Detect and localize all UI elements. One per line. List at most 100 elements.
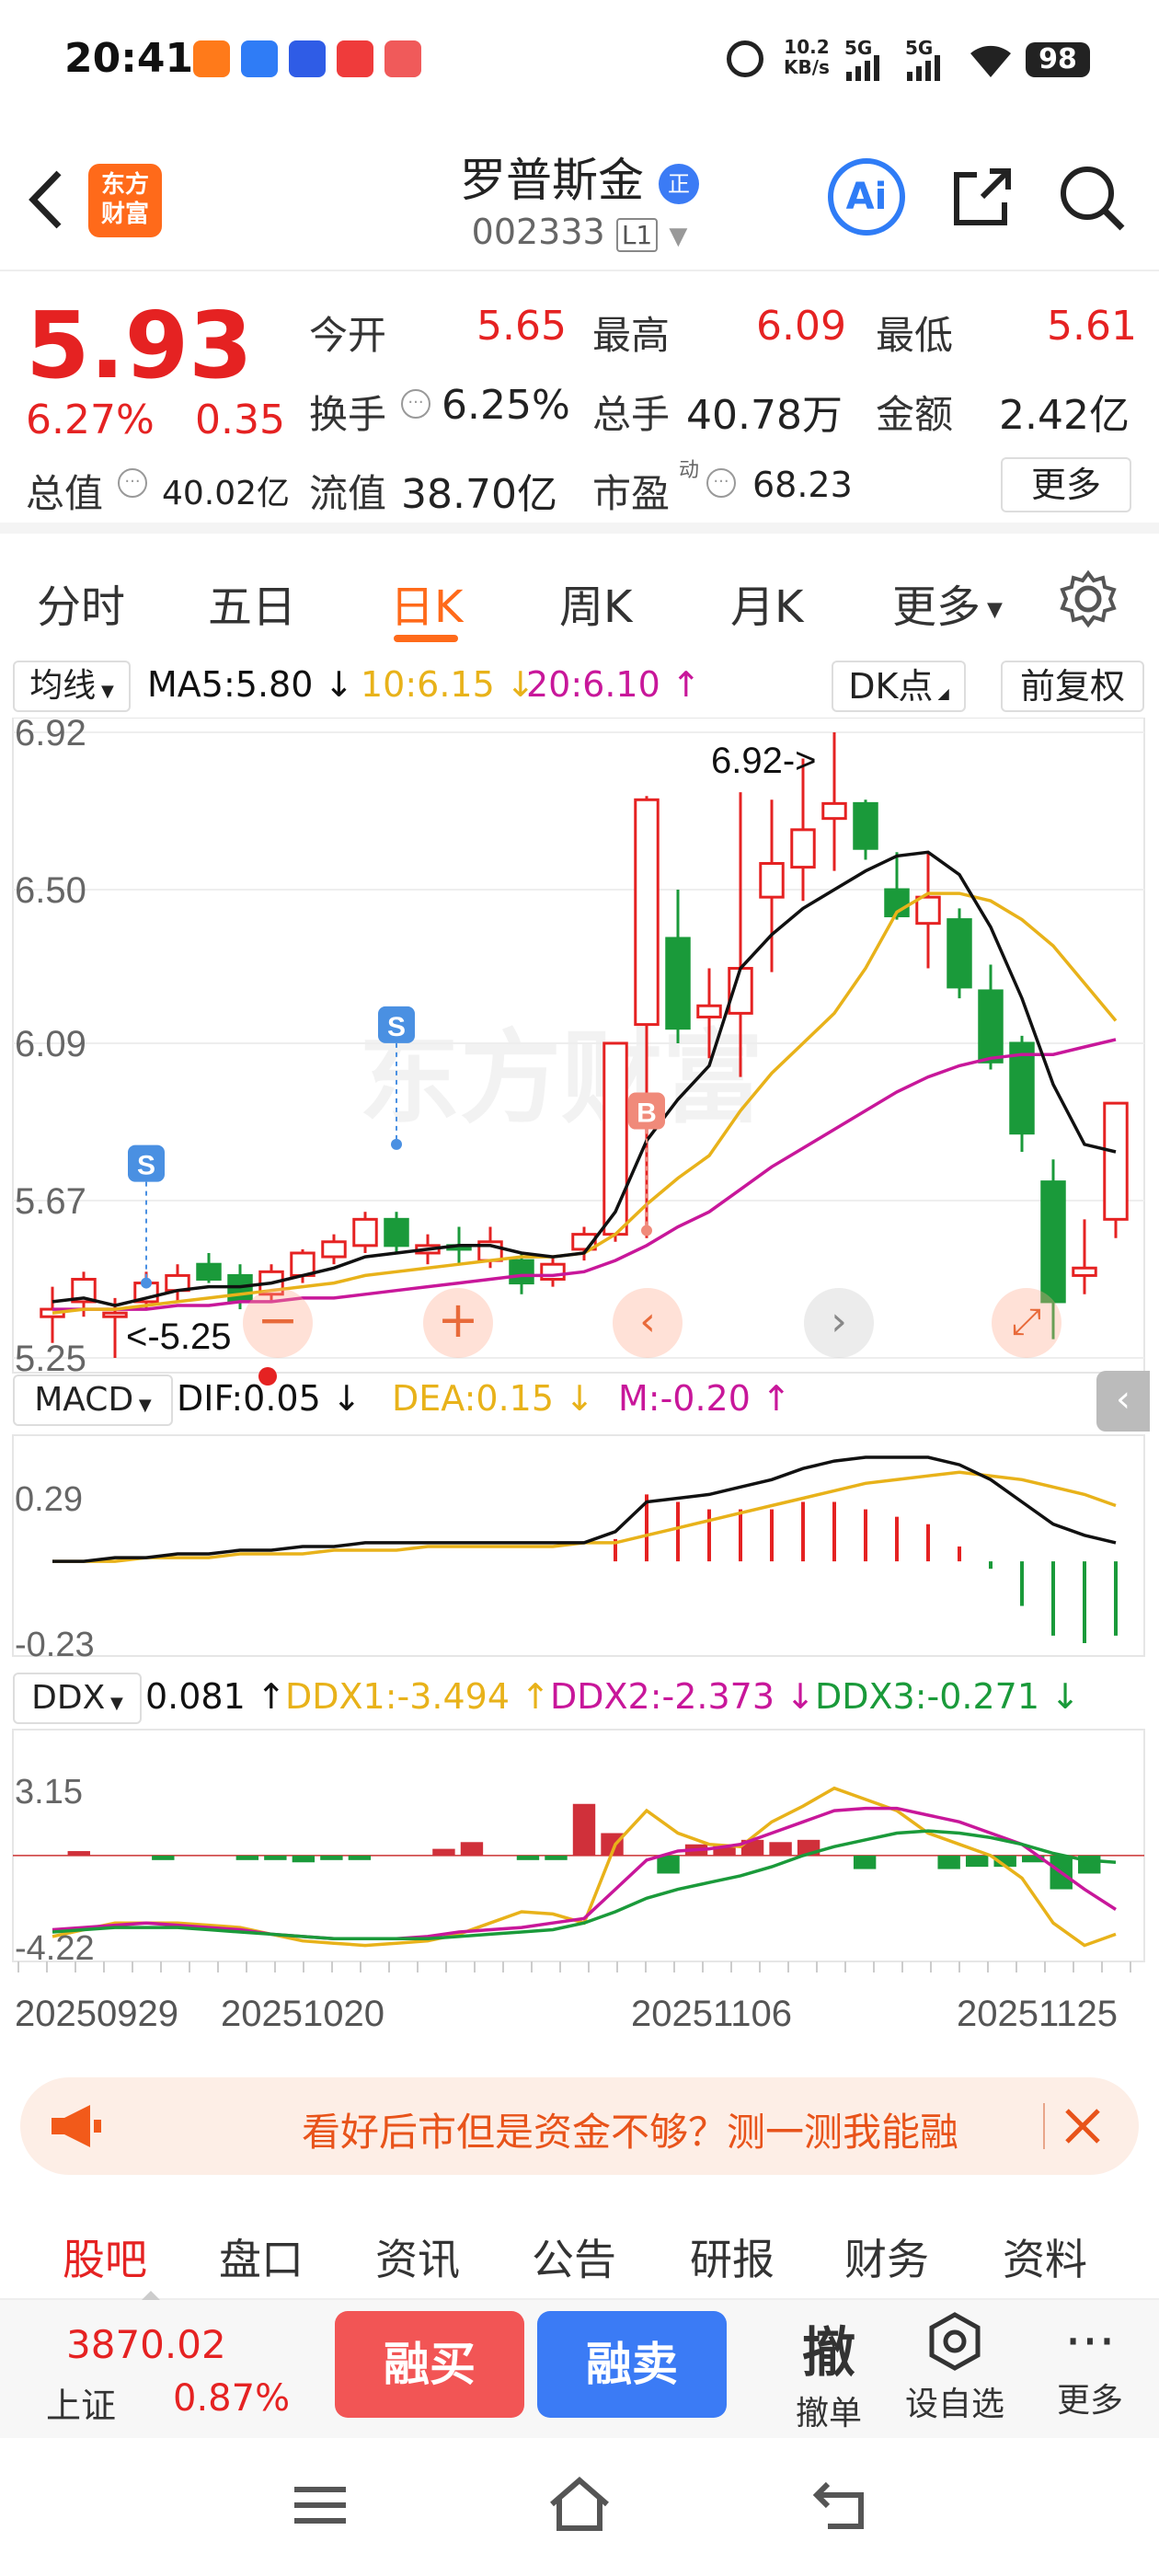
chevron-down-icon: ▼ bbox=[96, 682, 114, 701]
search-icon[interactable] bbox=[1058, 164, 1128, 234]
low-value: 5.61 bbox=[1047, 303, 1137, 350]
macd-dropdown[interactable]: MACD ▼ bbox=[13, 1374, 173, 1426]
zoom-out-button[interactable]: − bbox=[243, 1288, 313, 1358]
status-time: 20:41 bbox=[64, 35, 194, 82]
active-tab-indicator bbox=[394, 635, 458, 642]
candle-body bbox=[321, 1240, 347, 1259]
more-quote-button[interactable]: 更多 bbox=[1001, 457, 1131, 512]
min-price-annotation: <-5.25 bbox=[126, 1317, 232, 1357]
open-value: 5.65 bbox=[476, 303, 567, 350]
adjust-button[interactable]: 前复权 bbox=[1001, 661, 1144, 712]
settings-gear-icon[interactable] bbox=[1058, 569, 1119, 629]
date-axis-label: 20250929 bbox=[15, 1994, 178, 2034]
tab-daily-k[interactable]: 日K bbox=[390, 570, 463, 635]
more-label: 更多 bbox=[1056, 2382, 1123, 2420]
ddx-bar bbox=[965, 1855, 989, 1868]
candle-body bbox=[602, 1041, 628, 1236]
info-icon[interactable]: ··· bbox=[401, 389, 430, 419]
candle-body bbox=[1072, 1266, 1097, 1277]
turnover-value: 6.25% bbox=[442, 382, 570, 429]
ddx1-legend: DDX1:-3.494 ↑ bbox=[285, 1676, 550, 1717]
low-label: 最低 bbox=[876, 313, 954, 358]
chevron-down-icon: ▼ bbox=[105, 1694, 123, 1713]
tab-profile[interactable]: 资料 bbox=[1003, 2226, 1087, 2287]
scroll-left-button[interactable]: ‹ bbox=[613, 1288, 683, 1358]
pe-label: 市盈 bbox=[592, 471, 671, 516]
tab-forum[interactable]: 股吧 bbox=[63, 2226, 147, 2287]
index-name: 上证 bbox=[46, 2386, 117, 2426]
tab-news[interactable]: 资讯 bbox=[375, 2226, 460, 2287]
stock-header: 东方 财富 罗普斯金 正 002333 L1 ▼ Ai bbox=[0, 120, 1159, 271]
close-icon[interactable] bbox=[1061, 2105, 1104, 2147]
menu-icon[interactable] bbox=[291, 2482, 350, 2528]
signal-bars-icon bbox=[846, 55, 879, 81]
stock-name: 罗普斯金 bbox=[460, 154, 645, 207]
market-cap-value: 40.02亿 bbox=[162, 475, 291, 512]
system-nav-bar bbox=[0, 2438, 1159, 2576]
zoom-in-button[interactable]: + bbox=[423, 1288, 493, 1358]
tab-more[interactable]: 更多 ▼ bbox=[892, 570, 1003, 635]
kline-chart-area[interactable]: 均线 ▼ MA5:5.80 ↓ 10:6.15 ↓ 20:6.10 ↑ DK点 … bbox=[0, 653, 1159, 2061]
home-icon[interactable] bbox=[546, 2475, 613, 2534]
dk-point-button[interactable]: DK点 ◢ bbox=[832, 661, 966, 712]
volume-label: 总手 bbox=[592, 392, 671, 437]
volume-value: 40.78万 bbox=[686, 392, 843, 439]
more-button[interactable]: ··· 更多 bbox=[1039, 2309, 1141, 2421]
candle-body bbox=[634, 798, 660, 1027]
add-watchlist-button[interactable]: 设自选 bbox=[898, 2309, 1012, 2425]
banner-text: 看好后市但是资金不够？测一测我能融 bbox=[302, 2110, 959, 2155]
share-icon[interactable] bbox=[949, 164, 1016, 230]
buy-signal-label: B bbox=[637, 1098, 657, 1129]
tab-announcements[interactable]: 公告 bbox=[532, 2226, 616, 2287]
tab-intraday[interactable]: 分时 bbox=[37, 570, 125, 635]
dea-legend: DEA:0.15 ↓ bbox=[392, 1378, 594, 1419]
hexagon-icon bbox=[929, 2312, 981, 2371]
candle-body bbox=[978, 989, 1004, 1064]
ddx-bar bbox=[657, 1855, 680, 1874]
back-icon[interactable] bbox=[809, 2477, 870, 2532]
collapse-panel-button[interactable]: ‹ bbox=[1096, 1371, 1150, 1432]
signal-bars-icon bbox=[907, 55, 940, 81]
tab-weekly-k[interactable]: 周K bbox=[559, 570, 632, 635]
scroll-right-button[interactable]: › bbox=[804, 1288, 874, 1358]
info-icon[interactable]: ··· bbox=[706, 468, 736, 498]
app-notification-icon bbox=[241, 40, 278, 77]
ddx-bar bbox=[264, 1855, 287, 1860]
buy-signal-dot bbox=[641, 1225, 652, 1236]
app-notification-icon bbox=[289, 40, 326, 77]
market-cap-label: 总值 bbox=[26, 471, 104, 516]
ddx-bar bbox=[572, 1803, 596, 1856]
margin-sell-button[interactable]: 融卖 bbox=[537, 2311, 727, 2418]
info-icon[interactable]: ··· bbox=[118, 468, 147, 498]
ddx-dropdown[interactable]: DDX ▼ bbox=[13, 1673, 142, 1724]
add-watchlist-label: 设自选 bbox=[904, 2386, 1004, 2423]
open-label: 今开 bbox=[309, 313, 387, 358]
tab-monthly-k[interactable]: 月K bbox=[730, 570, 803, 635]
m-legend: M:-0.20 ↑ bbox=[618, 1378, 791, 1419]
ma20-legend: 20:6.10 ↑ bbox=[526, 664, 701, 705]
chevron-down-icon[interactable]: ▼ bbox=[669, 223, 687, 250]
sell-signal-label: S bbox=[387, 1012, 406, 1042]
cancel-order-button[interactable]: 撤 撤单 bbox=[778, 2309, 879, 2434]
promo-banner[interactable]: 看好后市但是资金不够？测一测我能融 bbox=[20, 2077, 1139, 2175]
ma10-legend: 10:6.15 ↓ bbox=[361, 664, 535, 705]
macd-axis-label: -0.23 bbox=[15, 1626, 95, 1664]
price-axis-label: 6.50 bbox=[15, 870, 86, 911]
price-axis-label: 5.67 bbox=[15, 1181, 86, 1222]
quote-panel: 5.93 6.27% 0.35 今开 5.65 最高 6.09 最低 5.61 … bbox=[0, 271, 1159, 534]
tab-financials[interactable]: 财务 bbox=[844, 2226, 929, 2287]
ddx-bar bbox=[937, 1855, 960, 1869]
candle-body bbox=[352, 1217, 378, 1248]
tab-research[interactable]: 研报 bbox=[690, 2226, 775, 2287]
index-value[interactable]: 3870.02 bbox=[66, 2322, 226, 2367]
high-value: 6.09 bbox=[756, 303, 846, 350]
megaphone-icon bbox=[52, 2105, 101, 2147]
ddx-bar bbox=[853, 1855, 877, 1869]
tab-five-day[interactable]: 五日 bbox=[208, 570, 296, 635]
ma-dropdown[interactable]: 均线 ▼ bbox=[13, 661, 131, 712]
watermark: 东方财富 bbox=[359, 1022, 763, 1135]
margin-buy-button[interactable]: 融买 bbox=[335, 2311, 524, 2418]
ai-button[interactable]: Ai bbox=[828, 158, 905, 236]
tab-orderbook[interactable]: 盘口 bbox=[219, 2226, 304, 2287]
fullscreen-button[interactable]: ⤢ bbox=[992, 1288, 1061, 1358]
